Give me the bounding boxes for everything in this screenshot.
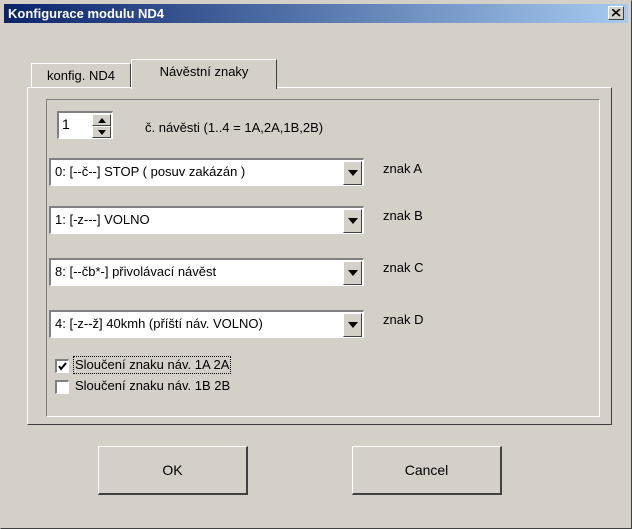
- checkmark-icon: [58, 362, 67, 371]
- close-button[interactable]: [608, 6, 624, 20]
- chevron-down-icon[interactable]: [343, 161, 362, 185]
- combo-value: 8: [--čb*-] přivolávací návěst: [55, 264, 217, 279]
- tab-navestni-znaky[interactable]: Návěstní znaky: [131, 59, 277, 89]
- tab-konfig-nd4[interactable]: konfig. ND4: [31, 63, 131, 87]
- spin-arrows-icon[interactable]: [92, 114, 111, 138]
- chevron-down-icon[interactable]: [343, 313, 362, 337]
- merge-1a-2a-checkbox[interactable]: [55, 359, 69, 373]
- combo-znak-d[interactable]: 4: [-z--ž] 40kmh (příští náv. VOLNO): [49, 310, 364, 338]
- combo-value: 1: [-z---] VOLNO: [55, 212, 150, 227]
- merge-1b-2b-checkbox[interactable]: [55, 380, 69, 394]
- spin-down-button[interactable]: [92, 126, 111, 138]
- spin-up-button[interactable]: [92, 114, 111, 126]
- merge-1a-2a-label[interactable]: Sloučení znaku náv. 1A 2A: [72, 356, 232, 374]
- close-icon: [612, 9, 621, 17]
- combo-value: 0: [--č--] STOP ( posuv zakázán ): [55, 164, 246, 179]
- combo-znak-c[interactable]: 8: [--čb*-] přivolávací návěst: [49, 258, 364, 286]
- ok-button-label: OK: [162, 462, 183, 478]
- ok-button[interactable]: OK: [98, 446, 248, 495]
- chevron-down-icon[interactable]: [343, 261, 362, 285]
- merge-1b-2b-label[interactable]: Sloučení znaku náv. 1B 2B: [75, 378, 230, 394]
- combo-znak-a[interactable]: 0: [--č--] STOP ( posuv zakázán ): [49, 158, 364, 186]
- combo-znak-b[interactable]: 1: [-z---] VOLNO: [49, 206, 364, 234]
- znak-a-label: znak A: [383, 161, 423, 176]
- cancel-button[interactable]: Cancel: [352, 446, 502, 495]
- znak-d-label: znak D: [383, 312, 424, 327]
- signal-number-value: 1: [62, 116, 70, 132]
- signal-range-label: č. návěsti (1..4 = 1A,2A,1B,2B): [145, 120, 324, 135]
- tab-label: konfig. ND4: [47, 68, 115, 83]
- title-bar: Konfigurace modulu ND4: [4, 4, 628, 23]
- znak-b-label: znak B: [383, 208, 423, 223]
- znak-c-label: znak C: [383, 260, 424, 275]
- window-title: Konfigurace modulu ND4: [8, 6, 165, 21]
- cancel-button-label: Cancel: [404, 462, 449, 478]
- combo-value: 4: [-z--ž] 40kmh (příští náv. VOLNO): [55, 316, 263, 331]
- tab-label: Návěstní znaky: [159, 64, 249, 79]
- chevron-down-icon[interactable]: [343, 209, 362, 233]
- signal-number-spinner[interactable]: 1: [57, 111, 113, 139]
